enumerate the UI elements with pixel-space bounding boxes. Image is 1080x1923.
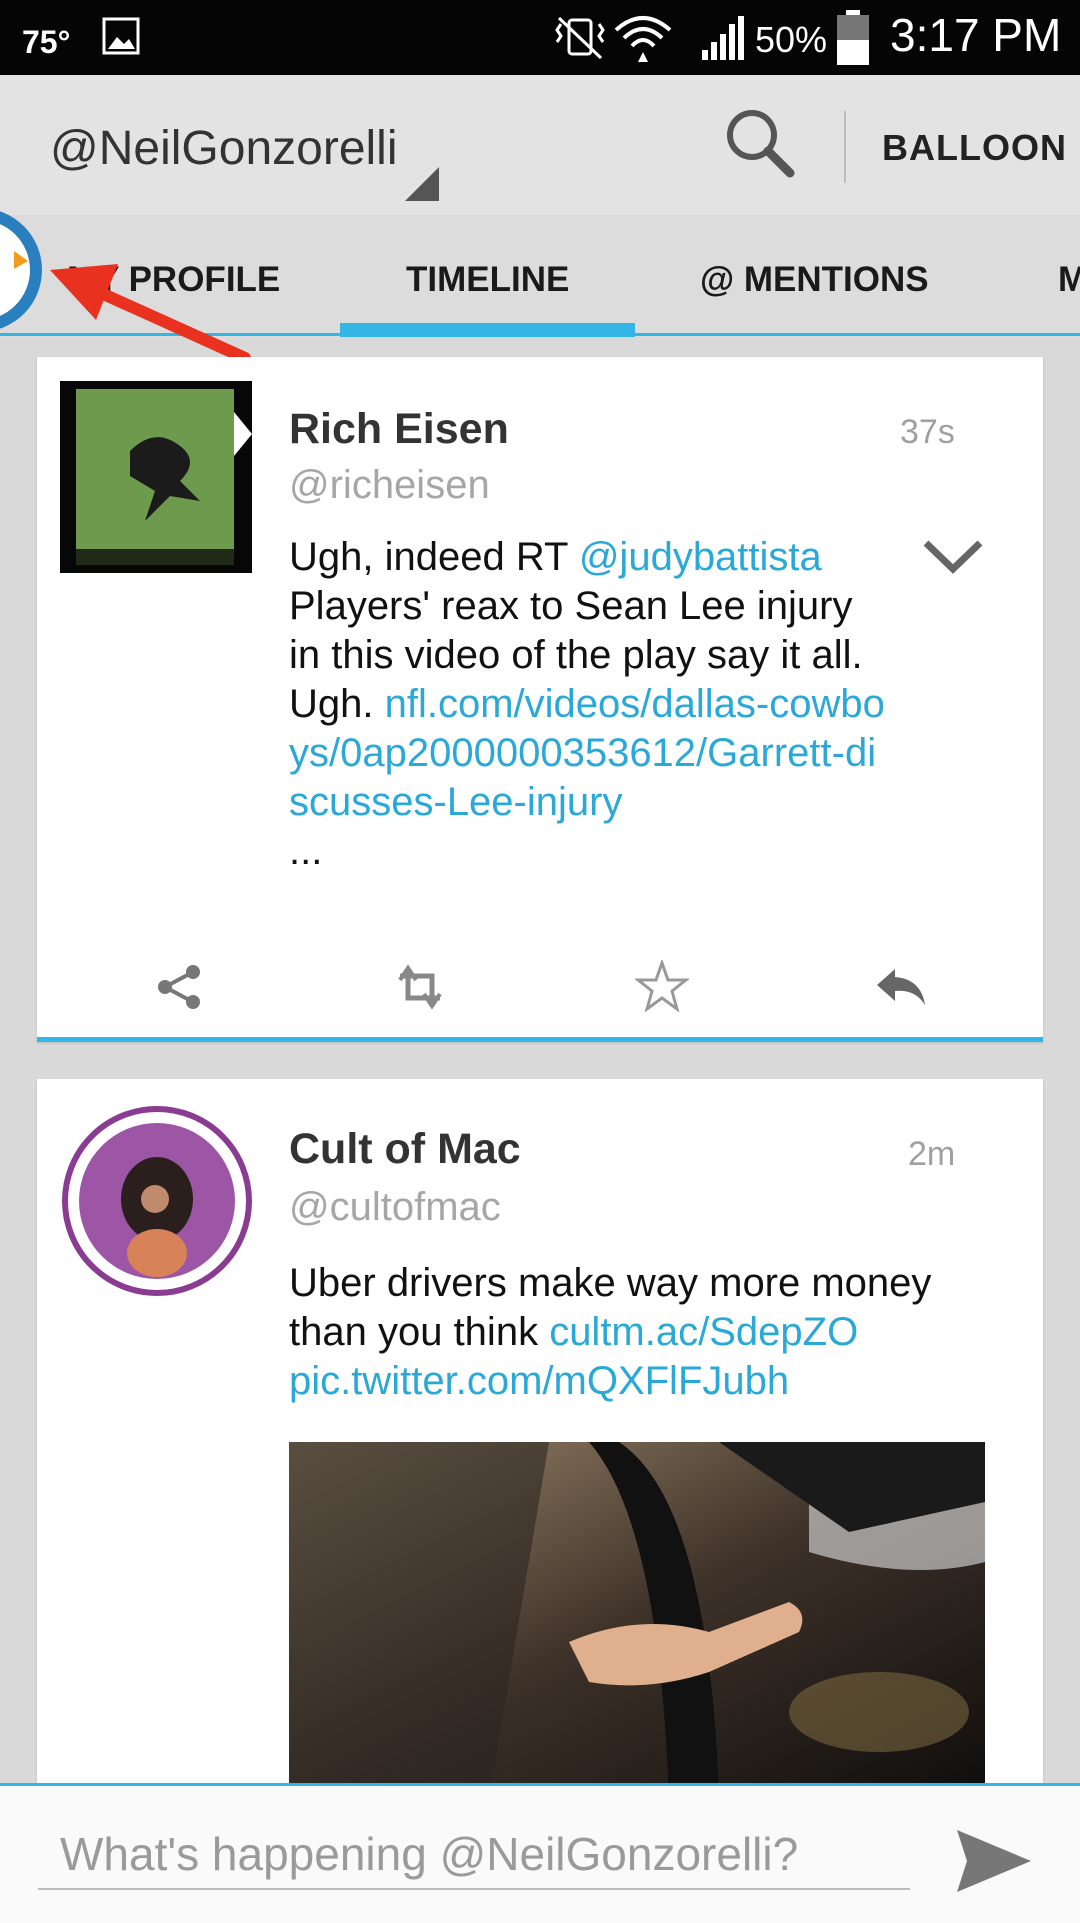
avatar-notch: [234, 412, 252, 456]
account-switcher[interactable]: @NeilGonzorelli: [50, 121, 398, 176]
tweet-media-image[interactable]: [289, 1442, 985, 1799]
chevron-down-icon[interactable]: [922, 537, 984, 577]
reply-icon[interactable]: [875, 965, 927, 1009]
mention-link[interactable]: @judybattista: [579, 535, 822, 579]
temperature-label: 75°: [22, 24, 71, 60]
tweet-author-handle[interactable]: @cultofmac: [289, 1185, 501, 1230]
annotation-arrow: [50, 264, 251, 364]
search-icon[interactable]: [720, 103, 800, 183]
tweet-timestamp: 2m: [908, 1135, 956, 1173]
tweet-text-part: Ugh, indeed RT: [289, 535, 579, 579]
action-bar-divider: [844, 111, 846, 183]
avatar[interactable]: [60, 381, 252, 573]
tab-timeline[interactable]: TIMELINE: [406, 260, 569, 300]
tweet-text: Uber drivers make way more money than yo…: [289, 1259, 989, 1406]
active-tab-indicator: [340, 323, 635, 337]
clock: 3:17 PM: [890, 9, 1062, 61]
action-bar: @NeilGonzorelli BALLOON: [0, 75, 1080, 215]
favorite-icon[interactable]: [635, 960, 689, 1012]
tweet-card[interactable]: Cult of Mac @cultofmac 2m Uber drivers m…: [37, 1079, 1043, 1799]
image-notification-icon: [102, 17, 140, 55]
pic-link[interactable]: pic.twitter.com/mQXFlFJubh: [289, 1359, 789, 1403]
battery-icon: [837, 10, 869, 65]
compose-bar: [0, 1783, 1080, 1923]
avatar[interactable]: [59, 1103, 255, 1299]
tweet-text: Ugh, indeed RT @judybattistaPlayers' rea…: [289, 533, 889, 876]
send-icon[interactable]: [955, 1826, 1035, 1896]
tweet-author-handle[interactable]: @richeisen: [289, 463, 490, 508]
url-link[interactable]: cultm.ac/SdepZO: [549, 1310, 858, 1354]
tab-mentions[interactable]: @ MENTIONS: [700, 260, 929, 300]
signal-icon: [702, 16, 744, 60]
balloon-button[interactable]: BALLOON: [882, 127, 1067, 169]
dropdown-caret-icon[interactable]: [405, 167, 439, 201]
tweet-timestamp: 37s: [900, 413, 955, 451]
share-icon[interactable]: [155, 962, 205, 1012]
battery-percent: 50%: [755, 19, 828, 60]
tweet-author-name[interactable]: Rich Eisen: [289, 405, 509, 454]
tweet-card[interactable]: Rich Eisen @richeisen 37s Ugh, indeed RT…: [37, 357, 1043, 1042]
tweet-text-ellipsis: ...: [289, 829, 323, 873]
status-bar: 75° 50% 3:17 PM: [0, 0, 1080, 75]
retweet-icon[interactable]: [392, 962, 448, 1012]
vibrate-mute-icon: [555, 16, 605, 60]
wifi-icon: [614, 16, 672, 62]
compose-input[interactable]: [38, 1824, 910, 1890]
tweet-author-name[interactable]: Cult of Mac: [289, 1125, 521, 1174]
tab-more[interactable]: M: [1058, 260, 1080, 300]
